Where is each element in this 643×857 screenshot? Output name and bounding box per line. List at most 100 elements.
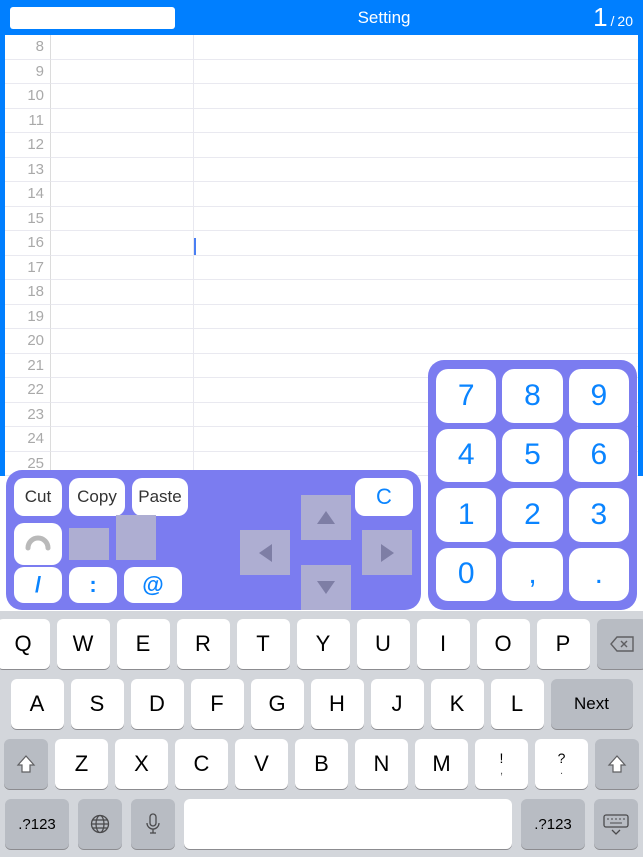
key-i[interactable]: I (417, 619, 470, 669)
cell[interactable] (51, 280, 638, 305)
key-f[interactable]: F (191, 679, 244, 729)
key-y[interactable]: Y (297, 619, 350, 669)
row[interactable]: 19 (5, 305, 638, 330)
key-w[interactable]: W (57, 619, 110, 669)
numpad-1[interactable]: 1 (436, 488, 496, 542)
shift-key[interactable] (4, 739, 48, 789)
cell[interactable] (51, 109, 638, 134)
numpad-3[interactable]: 3 (569, 488, 629, 542)
punct-period-key[interactable]: ?. (535, 739, 588, 789)
space-key[interactable] (184, 799, 512, 849)
numpad-5[interactable]: 5 (502, 429, 562, 483)
cell[interactable] (51, 133, 638, 158)
row-number: 10 (5, 84, 51, 109)
colon-button[interactable]: : (69, 567, 117, 603)
key-o[interactable]: O (477, 619, 530, 669)
cell[interactable] (51, 35, 638, 60)
cell[interactable] (51, 60, 638, 85)
row[interactable]: 17 (5, 256, 638, 281)
hide-keyboard-key[interactable] (594, 799, 638, 849)
key-x[interactable]: X (115, 739, 168, 789)
tool-slot[interactable] (69, 528, 109, 560)
copy-button[interactable]: Copy (69, 478, 125, 516)
row[interactable]: 9 (5, 60, 638, 85)
numpad-,[interactable]: , (502, 548, 562, 602)
numpad-4[interactable]: 4 (436, 429, 496, 483)
page-counter: 1 / 20 (593, 2, 633, 33)
punct-comma-key[interactable]: !, (475, 739, 528, 789)
row-number: 16 (5, 231, 51, 256)
cell[interactable] (51, 305, 638, 330)
triangle-down-icon (317, 581, 335, 594)
key-l[interactable]: L (491, 679, 544, 729)
row[interactable]: 8 (5, 35, 638, 60)
text-cursor (194, 238, 196, 255)
key-r[interactable]: R (177, 619, 230, 669)
row-number: 21 (5, 354, 51, 379)
dictation-key[interactable] (131, 799, 175, 849)
numpad-7[interactable]: 7 (436, 369, 496, 423)
backspace-key[interactable] (597, 619, 643, 669)
cut-button[interactable]: Cut (14, 478, 62, 516)
cell[interactable] (51, 231, 638, 256)
cell[interactable] (51, 84, 638, 109)
row[interactable]: 13 (5, 158, 638, 183)
numpad-9[interactable]: 9 (569, 369, 629, 423)
numpad-8[interactable]: 8 (502, 369, 562, 423)
key-t[interactable]: T (237, 619, 290, 669)
numpad-6[interactable]: 6 (569, 429, 629, 483)
row-number: 14 (5, 182, 51, 207)
row-number: 23 (5, 403, 51, 428)
row[interactable]: 18 (5, 280, 638, 305)
paste-button[interactable]: Paste (132, 478, 188, 516)
key-p[interactable]: P (537, 619, 590, 669)
key-u[interactable]: U (357, 619, 410, 669)
arrow-up-button[interactable] (301, 495, 351, 540)
key-s[interactable]: S (71, 679, 124, 729)
key-c[interactable]: C (175, 739, 228, 789)
key-b[interactable]: B (295, 739, 348, 789)
row[interactable]: 12 (5, 133, 638, 158)
globe-key[interactable] (78, 799, 122, 849)
slash-button[interactable]: / (14, 567, 62, 603)
arrow-right-button[interactable] (362, 530, 412, 575)
row[interactable]: 11 (5, 109, 638, 134)
row[interactable]: 20 (5, 329, 638, 354)
key-v[interactable]: V (235, 739, 288, 789)
numpad-2[interactable]: 2 (502, 488, 562, 542)
cell[interactable] (51, 256, 638, 281)
key-m[interactable]: M (415, 739, 468, 789)
numpad-0[interactable]: 0 (436, 548, 496, 602)
undo-button[interactable] (14, 523, 62, 565)
key-j[interactable]: J (371, 679, 424, 729)
key-n[interactable]: N (355, 739, 408, 789)
key-q[interactable]: Q (0, 619, 50, 669)
key-d[interactable]: D (131, 679, 184, 729)
cell[interactable] (51, 329, 638, 354)
key-g[interactable]: G (251, 679, 304, 729)
at-button[interactable]: @ (124, 567, 182, 603)
title-input[interactable] (10, 7, 175, 29)
key-a[interactable]: A (11, 679, 64, 729)
numpad-.[interactable]: . (569, 548, 629, 602)
key-z[interactable]: Z (55, 739, 108, 789)
row[interactable]: 14 (5, 182, 638, 207)
arrow-left-button[interactable] (240, 530, 290, 575)
cell[interactable] (51, 207, 638, 232)
cell[interactable] (51, 182, 638, 207)
row-number: 17 (5, 256, 51, 281)
shift-key[interactable] (595, 739, 639, 789)
cell[interactable] (51, 158, 638, 183)
row-number: 20 (5, 329, 51, 354)
tool-slot[interactable] (116, 515, 156, 560)
next-key[interactable]: Next (551, 679, 633, 729)
key-e[interactable]: E (117, 619, 170, 669)
row[interactable]: 10 (5, 84, 638, 109)
row[interactable]: 15 (5, 207, 638, 232)
mode-key-right[interactable]: .?123 (521, 799, 585, 849)
row[interactable]: 16 (5, 231, 638, 256)
key-k[interactable]: K (431, 679, 484, 729)
arrow-down-button[interactable] (301, 565, 351, 610)
mode-key[interactable]: .?123 (5, 799, 69, 849)
key-h[interactable]: H (311, 679, 364, 729)
